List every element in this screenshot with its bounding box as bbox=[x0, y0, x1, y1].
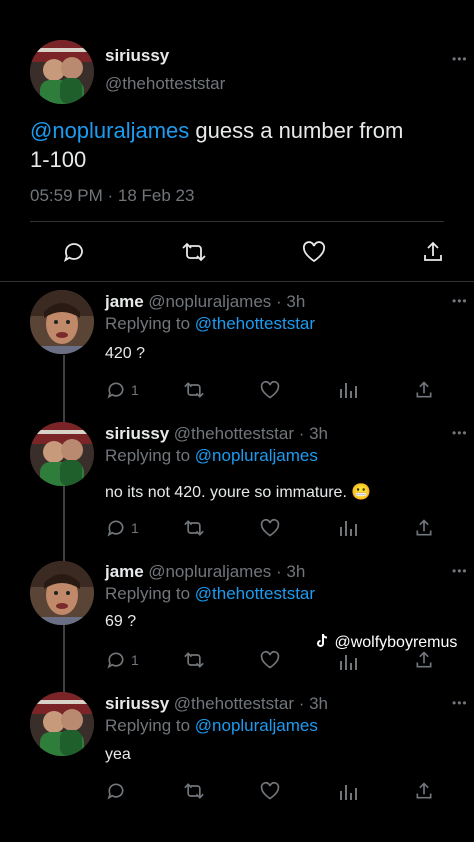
analytics-icon[interactable] bbox=[338, 782, 358, 802]
retweet-icon[interactable] bbox=[180, 240, 208, 264]
replying-to: Replying to @thehotteststar bbox=[105, 584, 315, 604]
tiktok-watermark: @wolfyboyremus bbox=[316, 633, 457, 652]
reply-text: 69 ? bbox=[105, 613, 137, 630]
reply-icon[interactable] bbox=[62, 240, 86, 264]
main-handle[interactable]: @thehotteststar bbox=[105, 74, 225, 94]
share-icon[interactable] bbox=[414, 518, 434, 538]
reply-count: 1 bbox=[131, 382, 139, 398]
watermark-text: @wolfyboyremus bbox=[334, 634, 458, 651]
reply-meta[interactable]: @thehotteststar · 3h bbox=[174, 424, 328, 443]
avatar-siriussy[interactable] bbox=[30, 422, 94, 486]
replying-prefix: Replying to bbox=[105, 716, 195, 735]
like-icon[interactable] bbox=[259, 781, 281, 801]
share-icon[interactable] bbox=[414, 781, 434, 801]
more-options-icon[interactable]: ••• bbox=[452, 696, 468, 710]
reply-header: siriussy @thehotteststar · 3h bbox=[105, 694, 328, 714]
divider bbox=[30, 221, 444, 222]
replying-to: Replying to @nopluraljames bbox=[105, 446, 318, 466]
reply-icon[interactable] bbox=[106, 781, 126, 801]
reply-count: 1 bbox=[131, 520, 139, 536]
main-text-line1: guess a number from bbox=[189, 118, 404, 143]
like-icon[interactable] bbox=[259, 518, 281, 538]
avatar-jame[interactable] bbox=[30, 290, 94, 354]
more-options-icon[interactable]: ••• bbox=[452, 52, 468, 66]
reply-display-name[interactable]: jame bbox=[105, 292, 144, 311]
like-icon[interactable] bbox=[259, 650, 281, 670]
replying-prefix: Replying to bbox=[105, 314, 195, 333]
reply-icon[interactable] bbox=[106, 518, 126, 538]
retweet-icon[interactable] bbox=[182, 781, 206, 801]
tiktok-icon bbox=[316, 633, 330, 649]
analytics-icon[interactable] bbox=[338, 380, 358, 400]
reply-count: 1 bbox=[131, 652, 139, 668]
like-icon[interactable] bbox=[259, 380, 281, 400]
reply-meta[interactable]: @nopluraljames · 3h bbox=[148, 562, 305, 581]
avatar-siriussy[interactable] bbox=[30, 692, 94, 756]
analytics-icon[interactable] bbox=[338, 518, 358, 538]
replying-to-link[interactable]: @thehotteststar bbox=[195, 584, 315, 603]
replying-to-link[interactable]: @thehotteststar bbox=[195, 314, 315, 333]
more-options-icon[interactable]: ••• bbox=[452, 294, 468, 308]
main-display-name[interactable]: siriussy bbox=[105, 46, 169, 66]
replying-to: Replying to @nopluraljames bbox=[105, 716, 318, 736]
reply-display-name[interactable]: siriussy bbox=[105, 694, 169, 713]
reply-display-name[interactable]: siriussy bbox=[105, 424, 169, 443]
replying-prefix: Replying to bbox=[105, 446, 195, 465]
reply-header: siriussy @thehotteststar · 3h bbox=[105, 424, 328, 444]
reply-header: jame @nopluraljames · 3h bbox=[105, 562, 305, 582]
reply-icon[interactable] bbox=[106, 380, 126, 400]
share-icon[interactable] bbox=[421, 240, 445, 264]
main-mention-link[interactable]: @nopluraljames bbox=[30, 118, 189, 143]
reply-meta[interactable]: @nopluraljames · 3h bbox=[148, 292, 305, 311]
replying-to-link[interactable]: @nopluraljames bbox=[195, 716, 318, 735]
reply-text: yea bbox=[105, 746, 131, 763]
avatar-jame[interactable] bbox=[30, 561, 94, 625]
replying-to: Replying to @thehotteststar bbox=[105, 314, 315, 334]
main-tweet-text: @nopluraljames guess a number from 1-100 bbox=[30, 116, 450, 174]
divider bbox=[0, 281, 474, 282]
main-text-line2: 1-100 bbox=[30, 147, 87, 172]
reply-text: no its not 420. youre so immature. 😬 bbox=[105, 484, 372, 501]
more-options-icon[interactable]: ••• bbox=[452, 564, 468, 578]
share-icon[interactable] bbox=[414, 650, 434, 670]
share-icon[interactable] bbox=[414, 380, 434, 400]
reply-meta[interactable]: @thehotteststar · 3h bbox=[174, 694, 328, 713]
retweet-icon[interactable] bbox=[182, 650, 206, 670]
replying-to-link[interactable]: @nopluraljames bbox=[195, 446, 318, 465]
reply-text: 420 ? bbox=[105, 345, 146, 362]
avatar-siriussy[interactable] bbox=[30, 40, 94, 104]
retweet-icon[interactable] bbox=[182, 518, 206, 538]
reply-header: jame @nopluraljames · 3h bbox=[105, 292, 305, 312]
thread-line bbox=[63, 355, 65, 693]
like-icon[interactable] bbox=[301, 240, 327, 264]
reply-icon[interactable] bbox=[106, 650, 126, 670]
analytics-icon[interactable] bbox=[338, 652, 358, 672]
replying-prefix: Replying to bbox=[105, 584, 195, 603]
reply-display-name[interactable]: jame bbox=[105, 562, 144, 581]
retweet-icon[interactable] bbox=[182, 380, 206, 400]
main-timestamp[interactable]: 05:59 PM · 18 Feb 23 bbox=[30, 186, 194, 206]
more-options-icon[interactable]: ••• bbox=[452, 426, 468, 440]
